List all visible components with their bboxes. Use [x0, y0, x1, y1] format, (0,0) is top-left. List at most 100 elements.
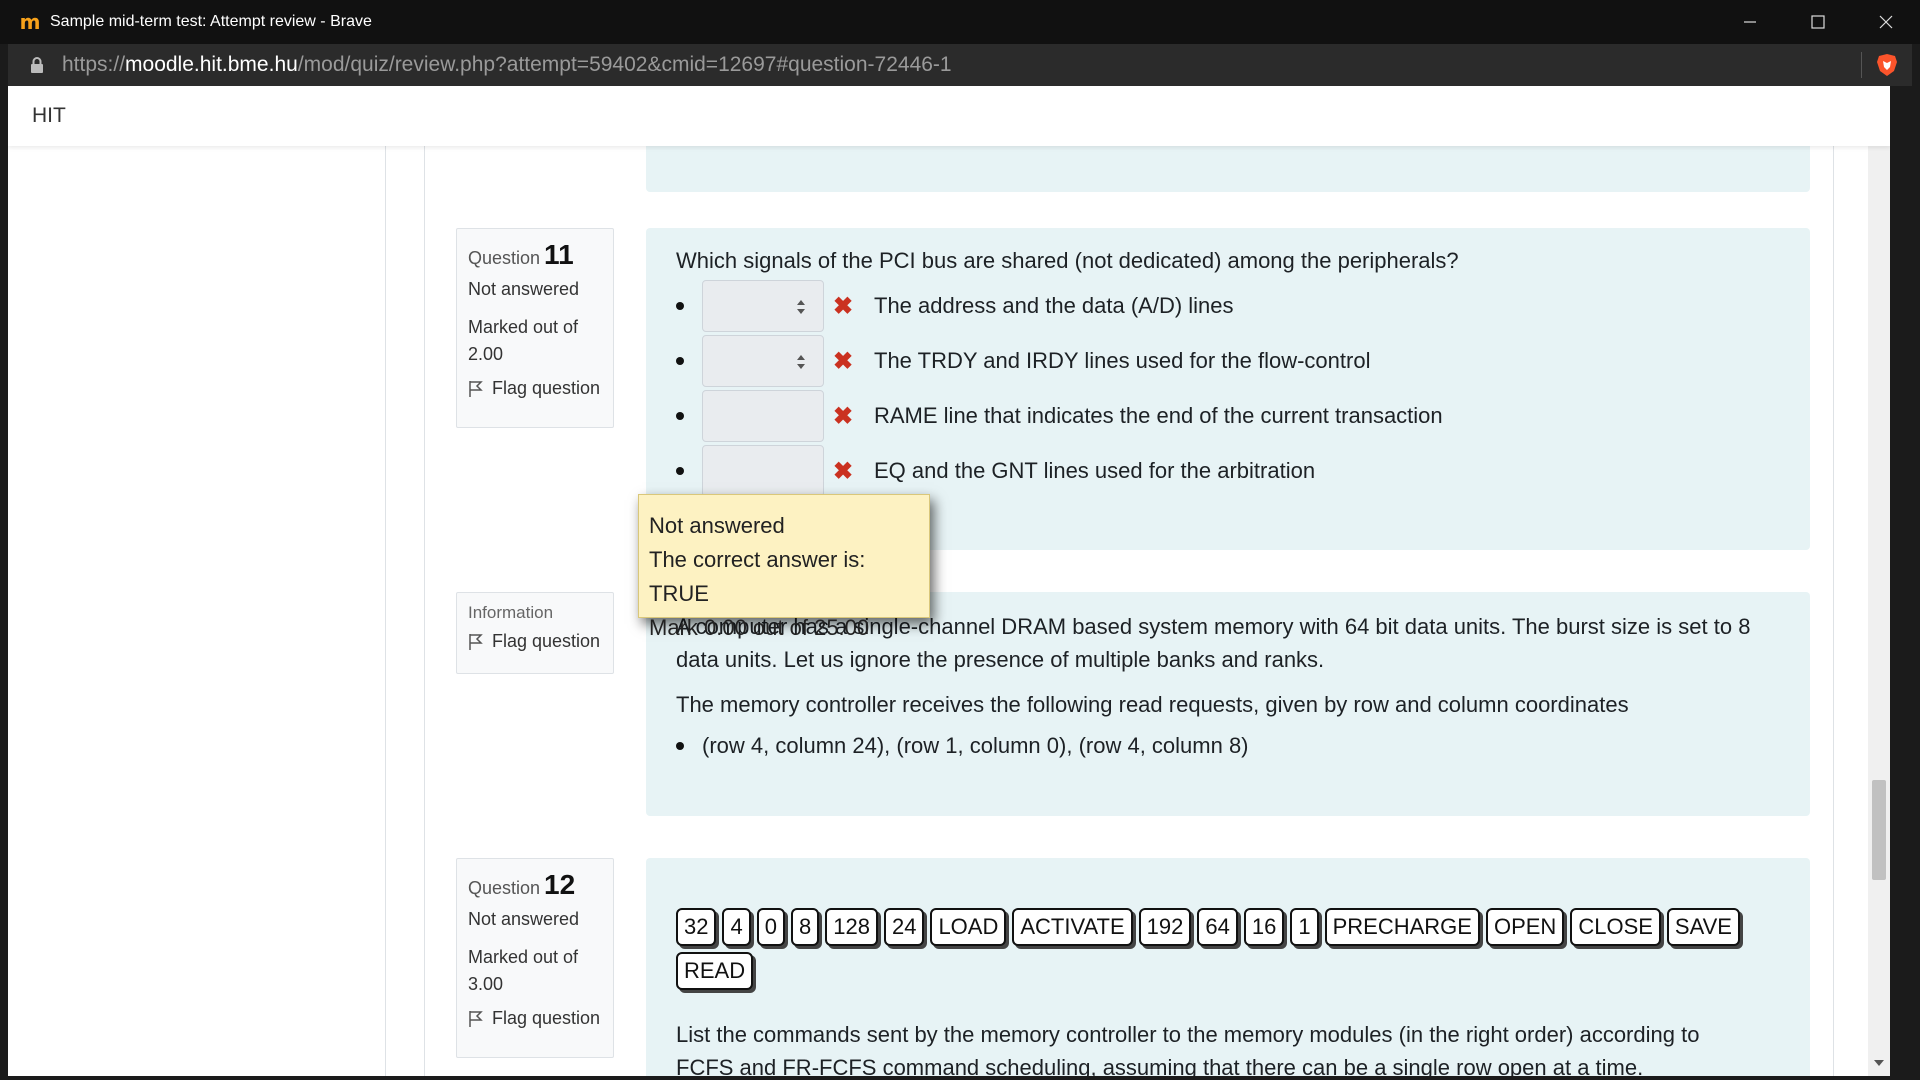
flag-icon [469, 633, 483, 650]
incorrect-icon: ✖ [832, 402, 854, 430]
left-drawer [8, 146, 386, 1076]
incorrect-icon: ✖ [832, 292, 854, 320]
drag-choice-chip[interactable]: 128 [825, 908, 878, 946]
close-window-button[interactable] [1852, 0, 1920, 44]
question-12-content: 32 4 0 8 128 24 LOAD ACTIVATE 192 64 16 1 PRECHARGE O… [646, 858, 1810, 1076]
drag-choice-chip[interactable]: 32 [676, 908, 717, 946]
question-state: Not answered [468, 909, 580, 929]
question-text: List the commands sent by the memory con… [676, 1022, 1700, 1047]
answer-select-2[interactable] [702, 335, 824, 387]
maximize-button[interactable] [1784, 0, 1852, 44]
previous-question-content [646, 146, 1810, 192]
scrollbar-thumb[interactable] [1872, 780, 1886, 880]
bullet [676, 412, 684, 420]
title-bar: m Sample mid-term test: Attempt review -… [0, 0, 1920, 44]
drag-choice-chip[interactable]: LOAD [930, 908, 1007, 946]
question-text-continued: FCFS and FR-FCFS command scheduling, ass… [676, 1055, 1644, 1076]
updown-arrows-icon [797, 355, 805, 369]
close-icon [1879, 15, 1893, 29]
information-info: Information Flag question [456, 592, 614, 674]
url-path: /mod/quiz/review.php?attempt=59402&cmid=… [297, 53, 952, 76]
question-state: Not answered [468, 279, 580, 299]
drag-choice-chip[interactable]: OPEN [1485, 908, 1565, 946]
draggable-choices: 32 4 0 8 128 24 LOAD ACTIVATE 192 64 16 1 PRECHARGE O… [676, 908, 1796, 990]
drag-choice-chip[interactable]: READ [676, 952, 754, 990]
grade-line2: 2.00 [468, 344, 504, 364]
browser-window: m Sample mid-term test: Attempt review -… [0, 0, 1920, 1080]
drag-choice-chip[interactable]: 64 [1197, 908, 1238, 946]
page-scrollbar[interactable] [1868, 86, 1890, 1076]
information-paragraph-2: The memory controller receives the follo… [676, 692, 1629, 717]
page-viewport: HIT Question 11 Not answered Marked out o… [8, 86, 1890, 1076]
question-text: Which signals of the PCI bus are shared … [676, 248, 1459, 273]
answer-row-3: ✖ RAME line that indicates the end of th… [676, 390, 1443, 442]
drag-choice-chip[interactable]: 192 [1138, 908, 1192, 946]
url-scheme: https:// [62, 53, 126, 76]
answer-row-4: ✖ EQ and the GNT lines used for the arbi… [676, 445, 1315, 497]
flag-label: Flag question [492, 1008, 601, 1028]
question-grade: Marked out of 3.00 [468, 944, 602, 998]
minimize-button[interactable] [1716, 0, 1784, 44]
drag-choice-chip[interactable]: 0 [756, 908, 785, 946]
brave-shield-icon[interactable] [1874, 52, 1900, 78]
flag-icon [469, 380, 483, 397]
drag-choice-chip[interactable]: 8 [790, 908, 820, 946]
url-text[interactable]: https://moodle.hit.bme.hu/mod/quiz/revie… [62, 53, 952, 77]
bullet [676, 357, 684, 365]
flag-label: Flag question [492, 631, 601, 651]
moodle-favicon-icon: m [19, 10, 41, 34]
drag-choice-chip[interactable]: SAVE [1666, 908, 1740, 946]
question-number: 11 [544, 239, 574, 270]
feedback-tooltip: Not answered The correct answer is: TRUE… [638, 494, 930, 640]
site-header: HIT [8, 86, 1890, 146]
minimize-icon [1744, 21, 1756, 23]
tooltip-state: Not answered [649, 513, 785, 538]
lock-icon[interactable] [28, 56, 46, 74]
answer-text-2: The TRDY and IRDY lines used for the flo… [874, 348, 1371, 373]
answer-text-1: The address and the data (A/D) lines [874, 293, 1234, 318]
answer-row-1: ✖ The address and the data (A/D) lines [676, 280, 1234, 332]
drag-choice-chip[interactable]: 4 [722, 908, 751, 946]
drag-choice-chip[interactable]: CLOSE [1570, 908, 1661, 946]
information-bullet-text: (row 4, column 24), (row 1, column 0), (… [702, 733, 1249, 758]
question-grade: Marked out of 2.00 [468, 314, 602, 368]
site-name[interactable]: HIT [32, 104, 66, 128]
answer-text-3: RAME line that indicates the end of the … [874, 403, 1443, 428]
bullet [676, 467, 684, 475]
question-number: 12 [544, 869, 576, 900]
tooltip-mark: Mark 0.00 out of 25.00 [649, 615, 870, 640]
flag-icon [469, 1010, 483, 1027]
flag-label: Flag question [492, 378, 601, 398]
grade-line1: Marked out of [468, 317, 579, 337]
answer-select-1[interactable] [702, 280, 824, 332]
drag-choice-chip[interactable]: 1 [1290, 908, 1319, 946]
incorrect-icon: ✖ [832, 457, 854, 485]
grade-line1: Marked out of [468, 947, 579, 967]
flag-question-link[interactable]: Flag question [468, 631, 602, 652]
flag-question-link[interactable]: Flag question [468, 378, 602, 399]
question-label: Question [468, 248, 541, 268]
drag-choice-chip[interactable]: PRECHARGE [1324, 908, 1480, 946]
grade-line2: 3.00 [468, 974, 504, 994]
window-controls [1716, 0, 1920, 44]
information-label: Information [468, 603, 554, 622]
bullet [676, 742, 684, 750]
information-bullet-row: (row 4, column 24), (row 1, column 0), (… [676, 726, 1249, 766]
flag-question-link[interactable]: Flag question [468, 1008, 602, 1029]
question-label: Question [468, 878, 541, 898]
drag-choice-chip[interactable]: 16 [1243, 908, 1285, 946]
question-11-info: Question 11 Not answered Marked out of 2.0… [456, 228, 614, 428]
bullet [676, 302, 684, 310]
drag-choice-chip[interactable]: 24 [883, 908, 925, 946]
answer-select-3[interactable] [702, 390, 824, 442]
drag-choice-chip[interactable]: ACTIVATE [1012, 908, 1133, 946]
updown-arrows-icon [797, 300, 805, 314]
maximize-icon [1811, 15, 1825, 29]
address-bar[interactable]: https://moodle.hit.bme.hu/mod/quiz/revie… [8, 44, 1912, 86]
tooltip-correct-answer: The correct answer is: TRUE [649, 547, 866, 606]
scroll-down-icon[interactable] [1873, 1058, 1885, 1068]
answer-select-4[interactable] [702, 445, 824, 497]
question-12-info: Question 12 Not answered Marked out of 3.0… [456, 858, 614, 1058]
window-title: Sample mid-term test: Attempt review - B… [50, 13, 372, 30]
incorrect-icon: ✖ [832, 347, 854, 375]
